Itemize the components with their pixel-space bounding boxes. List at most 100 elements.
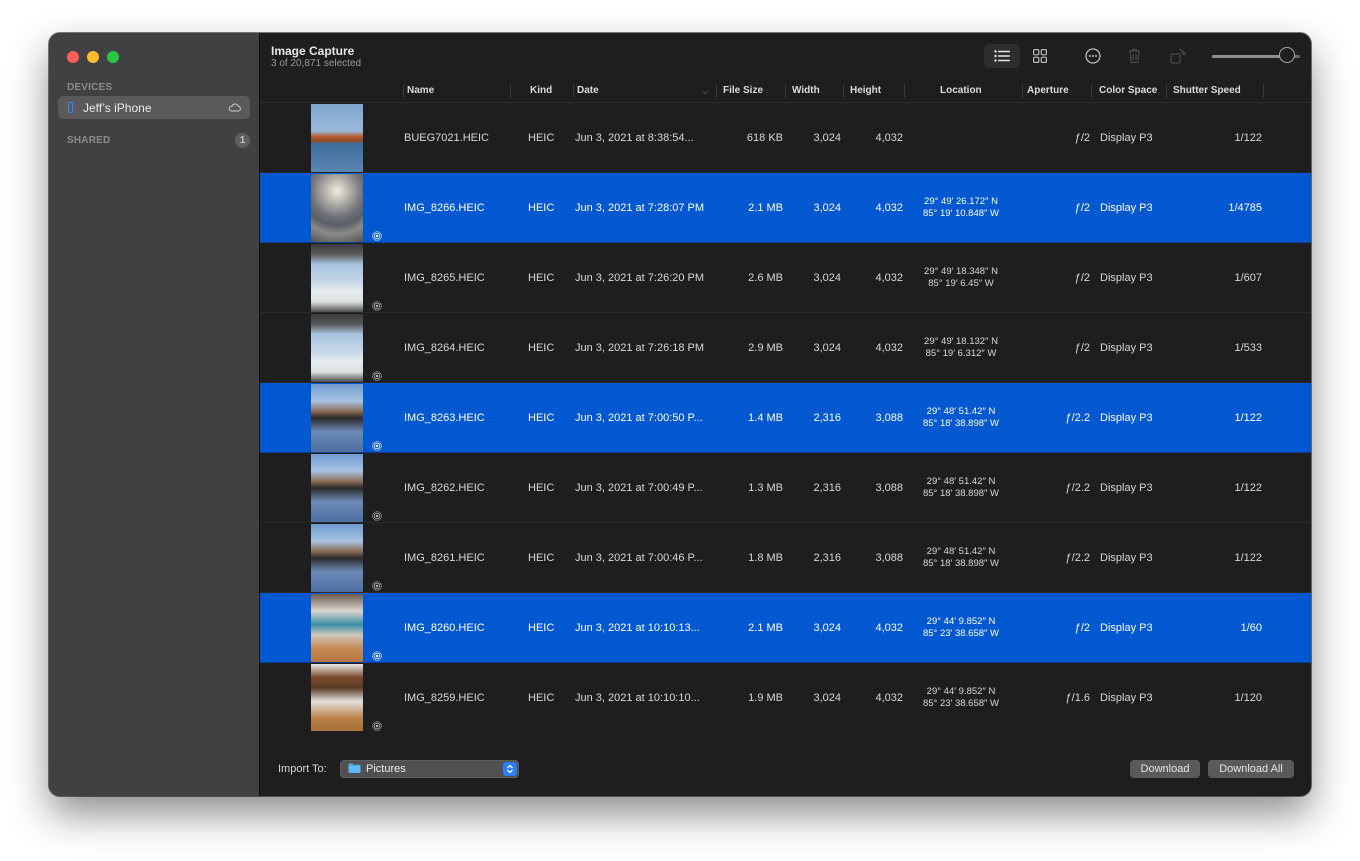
sidebar-item-device[interactable]: Jeff’s iPhone: [58, 96, 250, 119]
table-row[interactable]: IMG_8264.HEIC HEIC Jun 3, 2021 at 7:26:18 …: [260, 313, 1311, 383]
cell-aperture: ƒ/2: [1074, 131, 1090, 144]
table-row[interactable]: IMG_8263.HEIC HEIC Jun 3, 2021 at 7:00:50 …: [260, 383, 1311, 453]
cell-shutter-speed: 1/122: [1234, 481, 1262, 494]
cell-kind: HEIC: [528, 481, 555, 494]
delete-button[interactable]: [1124, 44, 1144, 68]
slider-knob[interactable]: [1278, 47, 1295, 63]
import-destination-value: Pictures: [366, 763, 406, 775]
close-button[interactable]: [67, 51, 79, 63]
devices-header: DEVICES: [67, 82, 113, 93]
table-row[interactable]: IMG_8259.HEIC HEIC Jun 3, 2021 at 10:10:10…: [260, 663, 1311, 731]
more-options-button[interactable]: [1082, 44, 1104, 68]
photo-thumbnail: [311, 594, 363, 662]
cloud-icon: [228, 99, 241, 117]
cell-name: IMG_8266.HEIC: [404, 201, 485, 214]
live-photo-icon: [372, 368, 382, 381]
column-header-date[interactable]: Date: [577, 80, 599, 102]
live-photo-icon: [372, 228, 382, 241]
column-header-shutter-speed[interactable]: Shutter Speed: [1173, 80, 1241, 102]
cell-aperture: ƒ/2.2: [1065, 551, 1090, 564]
column-header-width[interactable]: Width: [792, 80, 820, 102]
cell-file-size: 2.1 MB: [748, 201, 783, 214]
rotate-button[interactable]: [1168, 44, 1188, 68]
live-photo-icon: [372, 438, 382, 451]
main-panel: Image Capture 3 of 20,871 selected Name …: [260, 33, 1311, 796]
table-row[interactable]: IMG_8261.HEIC HEIC Jun 3, 2021 at 7:00:46 …: [260, 523, 1311, 593]
live-photo-icon: [372, 648, 382, 661]
column-header-color-space[interactable]: Color Space: [1099, 80, 1157, 102]
column-header-kind[interactable]: Kind: [530, 80, 552, 102]
column-header-height[interactable]: Height: [850, 80, 881, 102]
list-view-icon: [994, 50, 1010, 62]
cell-kind: HEIC: [528, 341, 555, 354]
shared-header: SHARED: [67, 135, 111, 146]
cell-color-space: Display P3: [1100, 621, 1153, 634]
slider-fill: [1212, 55, 1287, 58]
column-divider: [403, 84, 404, 98]
import-destination-popup[interactable]: Pictures: [340, 760, 519, 778]
live-photo-icon: [372, 578, 382, 591]
cell-height: 4,032: [875, 131, 903, 144]
table-row[interactable]: IMG_8260.HEIC HEIC Jun 3, 2021 at 10:10:13…: [260, 593, 1311, 663]
location-latitude: 29° 44′ 9.852″ N: [926, 615, 996, 627]
photo-list[interactable]: BUEG7021.HEIC HEIC Jun 3, 2021 at 8:38:54.…: [260, 103, 1311, 731]
cell-location: 29° 49′ 18.348″ N 85° 19′ 6.45″ W: [905, 243, 1017, 312]
selection-status: 3 of 20,871 selected: [271, 58, 362, 69]
cell-color-space: Display P3: [1100, 201, 1153, 214]
minimize-button[interactable]: [87, 51, 99, 63]
location-latitude: 29° 48′ 51.42″ N: [926, 405, 996, 417]
cell-aperture: ƒ/1.6: [1065, 691, 1090, 704]
table-row[interactable]: IMG_8266.HEIC HEIC Jun 3, 2021 at 7:28:07 …: [260, 173, 1311, 243]
cell-name: IMG_8259.HEIC: [404, 691, 485, 704]
sort-chevron-down-icon[interactable]: ⌵: [702, 80, 709, 102]
photo-thumbnail: [311, 314, 363, 382]
thumbnail-size-slider[interactable]: [1212, 47, 1300, 63]
column-divider: [1022, 84, 1023, 98]
photo-thumbnail: [311, 524, 363, 592]
download-all-button[interactable]: Download All: [1208, 760, 1294, 778]
trash-icon: [1128, 48, 1140, 64]
column-header-aperture[interactable]: Aperture: [1027, 80, 1069, 102]
location-latitude: 29° 49′ 18.132″ N: [924, 335, 998, 347]
cell-date: Jun 3, 2021 at 7:00:46 P...: [575, 551, 703, 564]
cell-date: Jun 3, 2021 at 8:38:54...: [575, 131, 694, 144]
column-divider: [1263, 84, 1264, 98]
grid-view-button[interactable]: [1030, 44, 1050, 68]
cell-height: 4,032: [875, 341, 903, 354]
cell-name: IMG_8263.HEIC: [404, 411, 485, 424]
cell-height: 4,032: [875, 621, 903, 634]
zoom-button[interactable]: [107, 51, 119, 63]
cell-color-space: Display P3: [1100, 411, 1153, 424]
cell-height: 3,088: [875, 481, 903, 494]
rotate-icon: [1170, 48, 1186, 64]
photo-thumbnail: [311, 104, 363, 172]
cell-location: [905, 103, 1017, 172]
footer: Import To: Pictures Download Download Al…: [260, 732, 1311, 796]
image-capture-window: DEVICES Jeff’s iPhone SHARED 1 Image Cap…: [49, 33, 1311, 796]
cell-location: 29° 48′ 51.42″ N 85° 18′ 38.898″ W: [905, 453, 1017, 522]
cell-width: 3,024: [813, 691, 841, 704]
cell-height: 4,032: [875, 271, 903, 284]
download-button[interactable]: Download: [1130, 760, 1200, 778]
live-photo-icon: [372, 718, 382, 731]
column-divider: [785, 84, 786, 98]
cell-date: Jun 3, 2021 at 7:26:18 PM: [575, 341, 705, 354]
location-latitude: 29° 48′ 51.42″ N: [926, 475, 996, 487]
cell-kind: HEIC: [528, 411, 555, 424]
iphone-icon: [68, 102, 73, 113]
cell-location: 29° 44′ 9.852″ N 85° 23′ 38.658″ W: [905, 663, 1017, 731]
cell-date: Jun 3, 2021 at 10:10:13...: [575, 621, 700, 634]
cell-date: Jun 3, 2021 at 7:00:49 P...: [575, 481, 703, 494]
column-header-file-size[interactable]: File Size: [723, 80, 763, 102]
table-row[interactable]: IMG_8265.HEIC HEIC Jun 3, 2021 at 7:26:20 …: [260, 243, 1311, 313]
location-longitude: 85° 23′ 38.658″ W: [922, 697, 1000, 709]
cell-location: 29° 48′ 51.42″ N 85° 18′ 38.898″ W: [905, 523, 1017, 592]
table-row[interactable]: BUEG7021.HEIC HEIC Jun 3, 2021 at 8:38:54.…: [260, 103, 1311, 173]
column-header-location[interactable]: Location: [940, 80, 982, 102]
cell-shutter-speed: 1/122: [1234, 551, 1262, 564]
cell-aperture: ƒ/2: [1074, 271, 1090, 284]
column-header-name[interactable]: Name: [407, 80, 434, 102]
list-view-button[interactable]: [984, 44, 1020, 68]
table-row[interactable]: IMG_8262.HEIC HEIC Jun 3, 2021 at 7:00:49 …: [260, 453, 1311, 523]
location-longitude: 85° 19′ 6.312″ W: [925, 347, 997, 359]
